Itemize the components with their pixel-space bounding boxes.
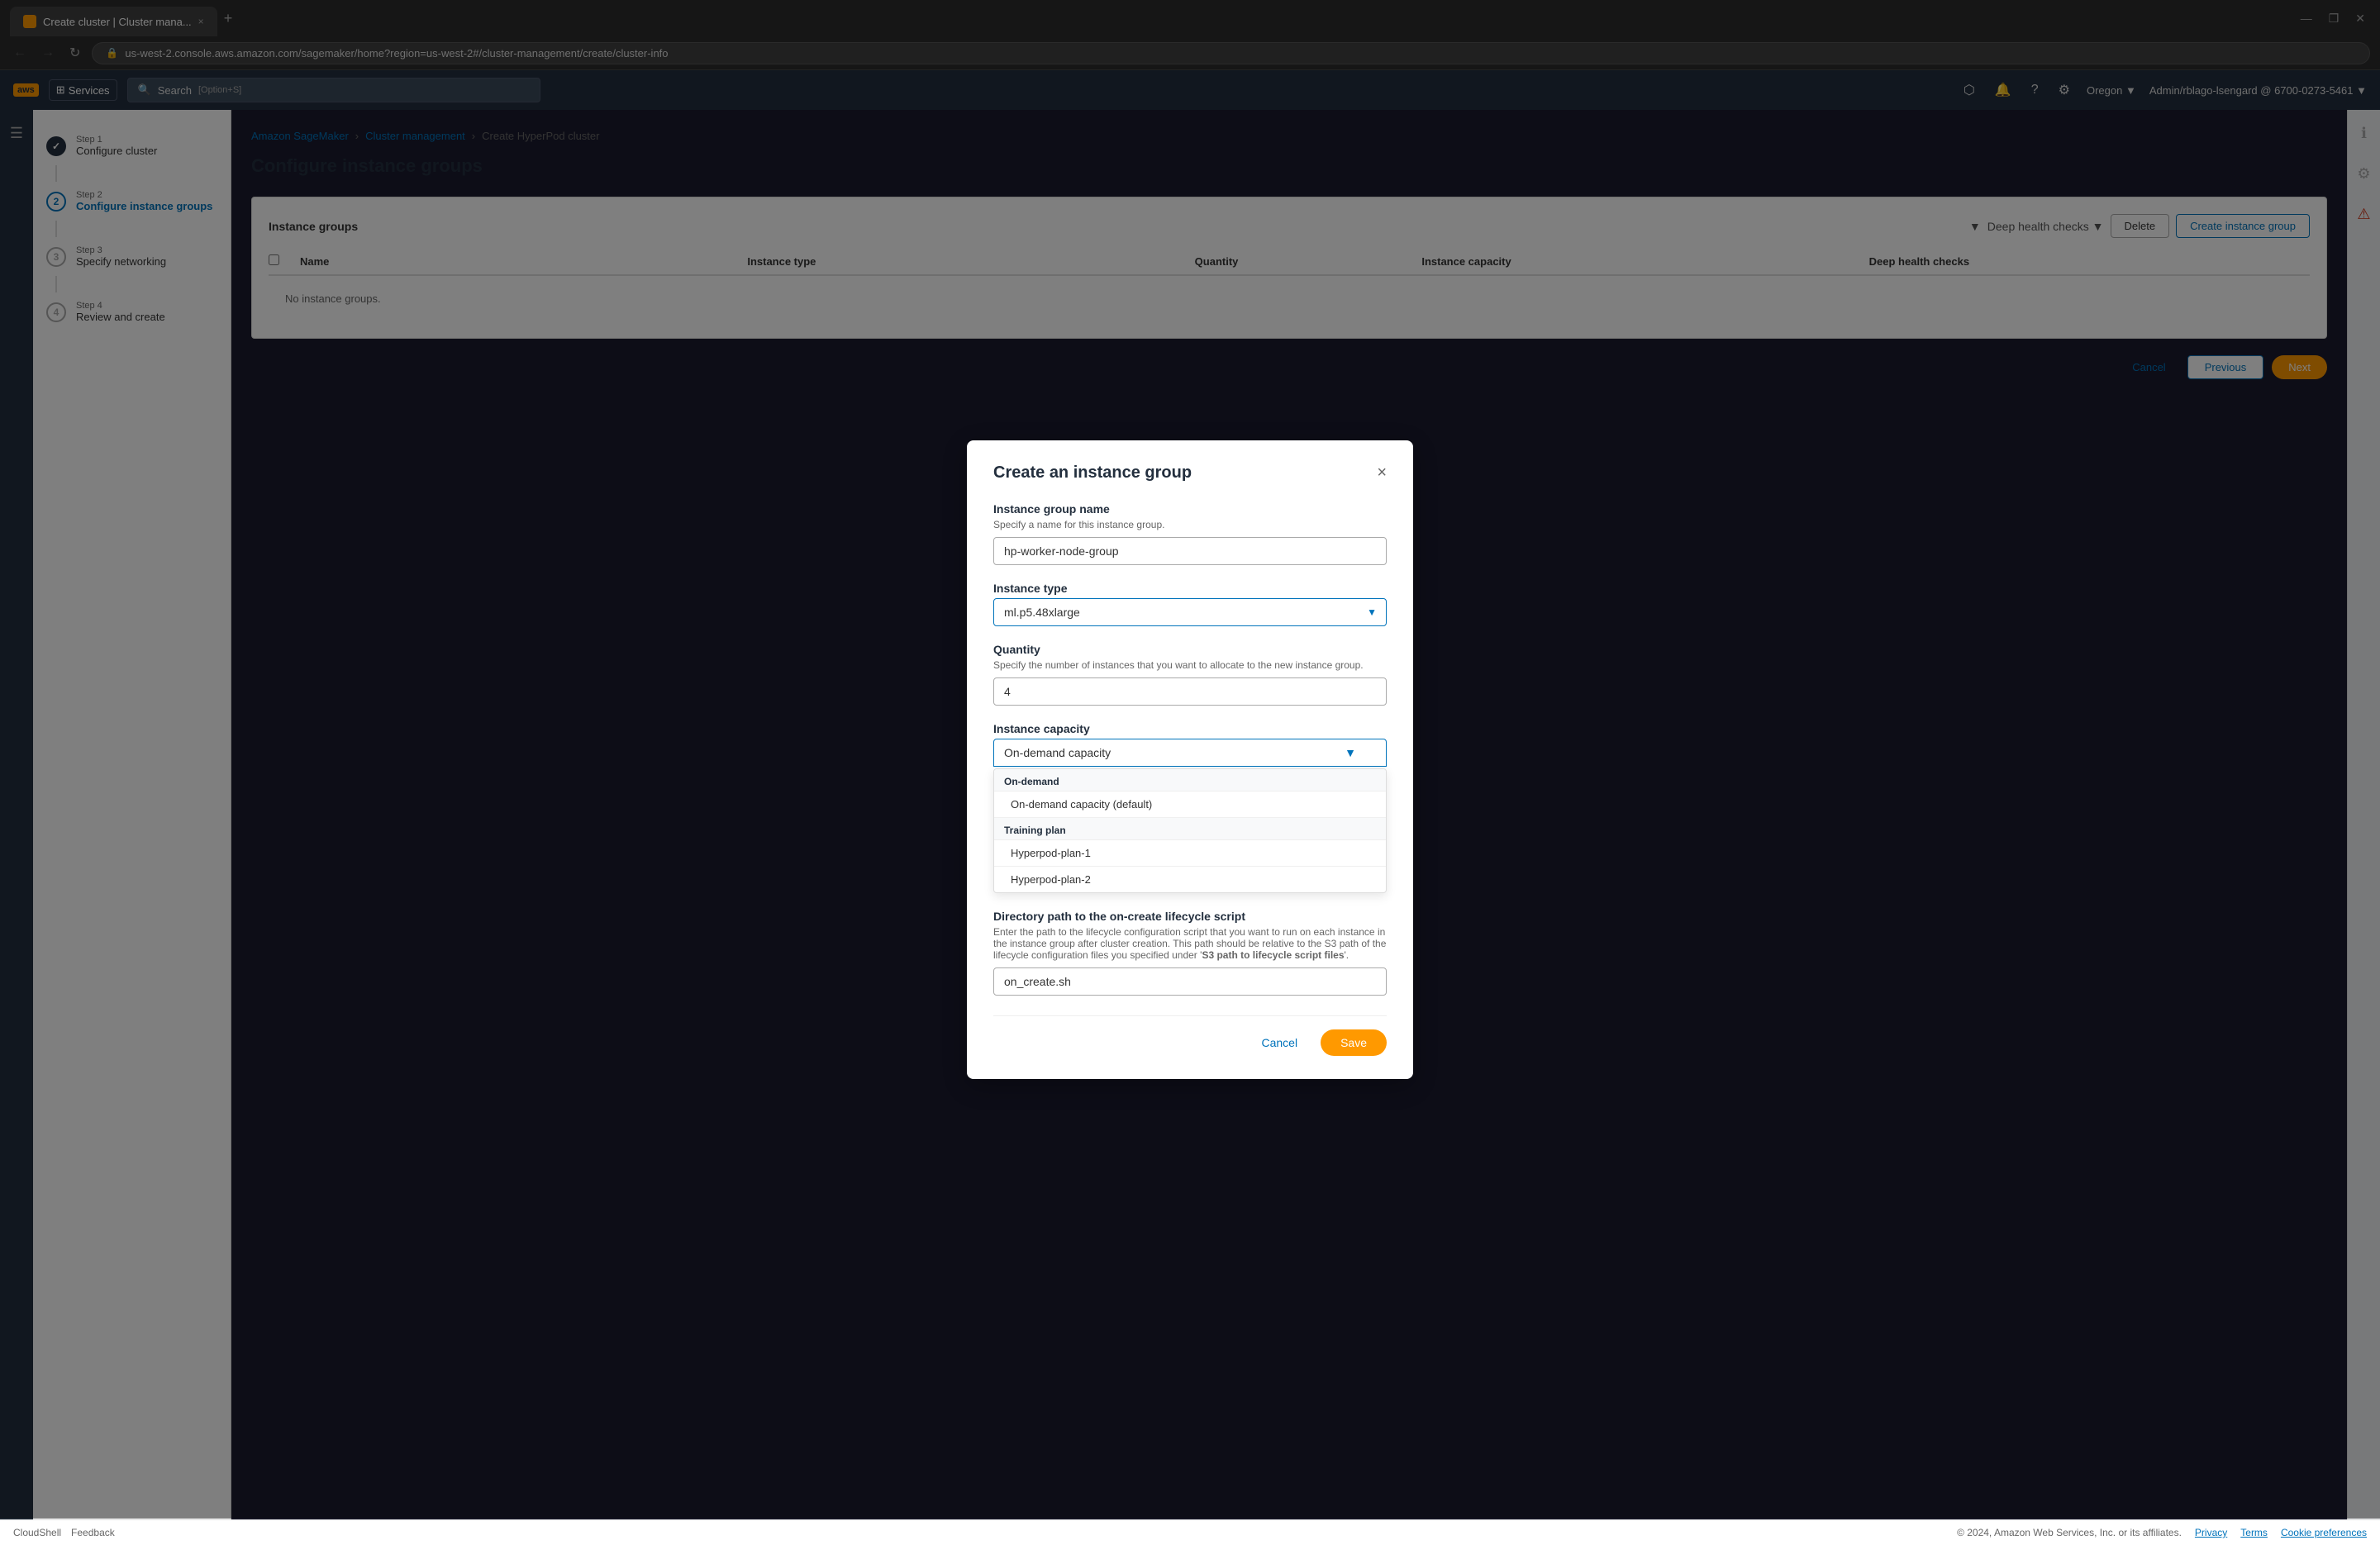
footer-right: © 2024, Amazon Web Services, Inc. or its…	[1957, 1527, 2367, 1538]
option-hyperpod-plan-2[interactable]: Hyperpod-plan-2	[994, 867, 1386, 892]
capacity-label: Instance capacity	[993, 722, 1387, 735]
footer-terms[interactable]: Terms	[2240, 1527, 2268, 1538]
page-footer: CloudShell Feedback © 2024, Amazon Web S…	[0, 1519, 2380, 1545]
footer-cookies[interactable]: Cookie preferences	[2281, 1527, 2367, 1538]
modal-save-btn[interactable]: Save	[1321, 1029, 1387, 1056]
form-group-quantity: Quantity Specify the number of instances…	[993, 643, 1387, 706]
option-on-demand-default[interactable]: On-demand capacity (default)	[994, 792, 1386, 818]
group-training-plan: Training plan	[994, 818, 1386, 840]
modal-header: Create an instance group ×	[993, 464, 1387, 483]
footer-privacy[interactable]: Privacy	[2195, 1527, 2227, 1538]
group-on-demand: On-demand	[994, 769, 1386, 792]
modal-footer: Cancel Save	[993, 1015, 1387, 1056]
type-select-wrapper: ml.p5.48xlarge ▼	[993, 598, 1387, 626]
footer-left: CloudShell Feedback	[13, 1527, 115, 1538]
lifecycle-label: Directory path to the on-create lifecycl…	[993, 910, 1387, 923]
quantity-label: Quantity	[993, 643, 1387, 656]
feedback-btn[interactable]: Feedback	[71, 1527, 115, 1538]
lifecycle-input[interactable]	[993, 967, 1387, 996]
option-hyperpod-plan-1[interactable]: Hyperpod-plan-1	[994, 840, 1386, 867]
create-instance-group-modal: Create an instance group × Instance grou…	[967, 440, 1413, 1079]
capacity-selected-value: On-demand capacity	[1004, 746, 1111, 759]
name-label: Instance group name	[993, 502, 1387, 516]
modal-title: Create an instance group	[993, 464, 1192, 483]
name-hint: Specify a name for this instance group.	[993, 519, 1387, 530]
capacity-arrow-icon: ▼	[1345, 746, 1356, 759]
cloudshell-btn[interactable]: CloudShell	[13, 1527, 61, 1538]
quantity-hint: Specify the number of instances that you…	[993, 659, 1387, 671]
form-group-lifecycle: Directory path to the on-create lifecycl…	[993, 910, 1387, 996]
form-group-type: Instance type ml.p5.48xlarge ▼	[993, 582, 1387, 626]
form-group-capacity: Instance capacity On-demand capacity ▼ O…	[993, 722, 1387, 893]
lifecycle-hint: Enter the path to the lifecycle configur…	[993, 926, 1387, 961]
quantity-input[interactable]	[993, 677, 1387, 706]
form-group-name: Instance group name Specify a name for t…	[993, 502, 1387, 565]
type-select[interactable]: ml.p5.48xlarge	[993, 598, 1387, 626]
name-input[interactable]	[993, 537, 1387, 565]
modal-cancel-btn[interactable]: Cancel	[1248, 1029, 1311, 1056]
capacity-select-wrapper: On-demand capacity ▼ On-demand On-demand…	[993, 739, 1387, 893]
modal-overlay: Create an instance group × Instance grou…	[0, 0, 2380, 1519]
type-label: Instance type	[993, 582, 1387, 595]
footer-copyright: © 2024, Amazon Web Services, Inc. or its…	[1957, 1527, 2182, 1538]
capacity-dropdown: On-demand On-demand capacity (default) T…	[993, 768, 1387, 893]
modal-close-btn[interactable]: ×	[1377, 464, 1387, 481]
capacity-select-display[interactable]: On-demand capacity ▼	[993, 739, 1387, 767]
